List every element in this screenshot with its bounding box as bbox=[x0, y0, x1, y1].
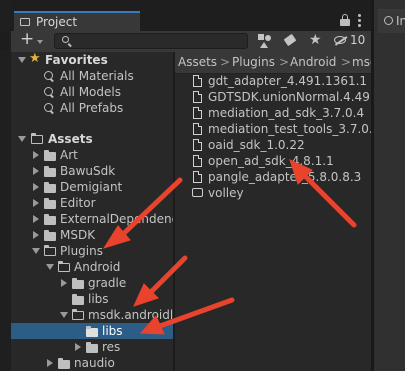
annotation-arrow bbox=[102, 177, 183, 249]
annotation-arrow bbox=[139, 297, 235, 335]
annotation-arrow bbox=[133, 255, 188, 307]
annotation-overlay bbox=[102, 159, 357, 335]
annotation-arrow bbox=[289, 159, 357, 228]
